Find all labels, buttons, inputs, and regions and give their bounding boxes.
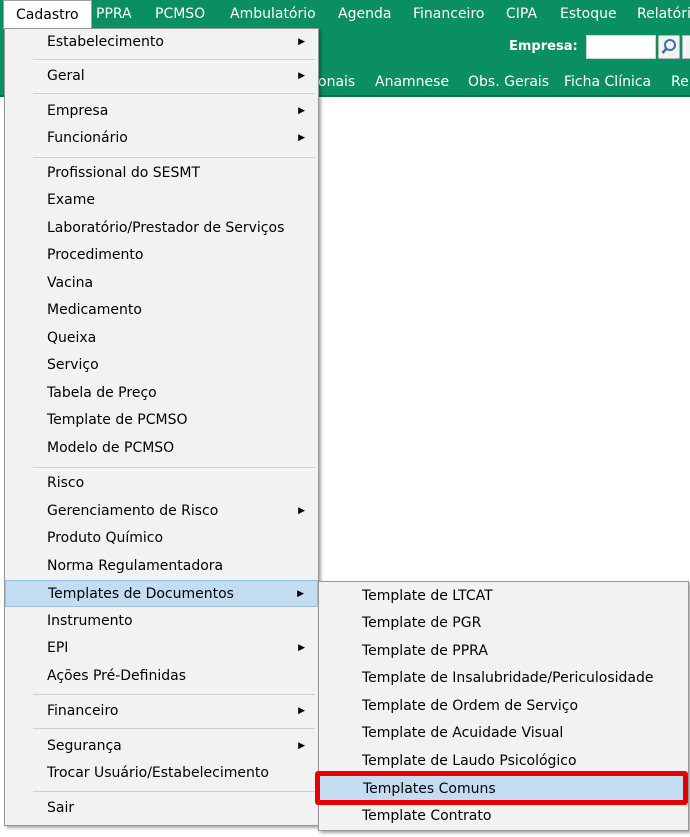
tab-obs-gerais[interactable]: Obs. Gerais	[468, 67, 549, 97]
menu-item-seguranca[interactable]: Segurança ▶	[5, 733, 318, 760]
menu-item-label: Segurança	[47, 738, 122, 754]
menu-item-modelo-pcmso[interactable]: Modelo de PCMSO	[5, 435, 318, 462]
menu-item-instrumento[interactable]: Instrumento	[5, 608, 318, 635]
menu-item-template-pcmso[interactable]: Template de PCMSO	[5, 407, 318, 434]
menu-item-medicamento[interactable]: Medicamento	[5, 297, 318, 324]
menu-item-servico[interactable]: Serviço	[5, 352, 318, 379]
menu-separator	[33, 694, 315, 695]
submenu-item-insalubridade[interactable]: Template de Insalubridade/Periculosidade	[319, 665, 688, 692]
menu-item-label: Templates de Documentos	[48, 586, 234, 602]
menu-item-templates-documentos[interactable]: Templates de Documentos ▶	[5, 580, 318, 607]
menu-separator	[33, 93, 315, 94]
cadastro-dropdown-menu: Estabelecimento ▶ Geral ▶ Empresa ▶ Funcion…	[4, 28, 319, 826]
empresa-label: Empresa:	[509, 39, 578, 54]
menu-separator	[33, 791, 315, 792]
submenu-arrow-icon: ▶	[298, 133, 305, 143]
tab-profissionais[interactable]: onais	[318, 67, 355, 97]
menu-item-label: Estabelecimento	[47, 34, 164, 50]
tab-anamnese[interactable]: Anamnese	[375, 67, 449, 97]
menu-ambulatorio[interactable]: Ambulatório	[218, 0, 328, 29]
menu-item-queixa[interactable]: Queixa	[5, 325, 318, 352]
submenu-arrow-icon: ▶	[298, 741, 305, 751]
menu-item-label: Funcionário	[47, 130, 128, 146]
submenu-arrow-icon: ▶	[298, 643, 305, 653]
clear-button[interactable]	[682, 35, 690, 59]
tab-ficha-clinica[interactable]: Ficha Clínica	[564, 67, 651, 97]
menu-item-vacina[interactable]: Vacina	[5, 270, 318, 297]
menu-agenda[interactable]: Agenda	[326, 0, 403, 29]
menu-separator	[33, 467, 315, 468]
menu-separator	[33, 728, 315, 729]
menu-item-sair[interactable]: Sair	[5, 795, 318, 822]
menu-cadastro[interactable]: Cadastro	[3, 0, 92, 29]
submenu-arrow-icon: ▶	[298, 506, 305, 516]
menu-item-estabelecimento[interactable]: Estabelecimento ▶	[5, 29, 318, 56]
menu-item-label: Geral	[47, 68, 85, 84]
menu-item-gerenciamento-risco[interactable]: Gerenciamento de Risco ▶	[5, 498, 318, 525]
search-button[interactable]	[658, 35, 680, 59]
menu-item-risco[interactable]: Risco	[5, 470, 318, 497]
submenu-arrow-icon: ▶	[298, 106, 305, 116]
menu-item-epi[interactable]: EPI ▶	[5, 635, 318, 662]
menu-item-acoes-pre-definidas[interactable]: Ações Pré-Definidas	[5, 663, 318, 690]
submenu-arrow-icon: ▶	[298, 71, 305, 81]
annotation-highlight-box	[315, 771, 688, 805]
menu-item-tabela-preco[interactable]: Tabela de Preço	[5, 380, 318, 407]
submenu-item-ordem-servico[interactable]: Template de Ordem de Serviço	[319, 693, 688, 720]
menu-financeiro[interactable]: Financeiro	[401, 0, 496, 29]
menu-relatorio[interactable]: Relatório	[625, 0, 690, 29]
submenu-arrow-icon: ▶	[298, 706, 305, 716]
menu-estoque[interactable]: Estoque	[548, 0, 629, 29]
menu-item-produto-quimico[interactable]: Produto Químico	[5, 525, 318, 552]
menubar: Cadastro PPRA PCMSO Ambulatório Agenda F…	[0, 0, 690, 29]
menu-item-trocar-usuario[interactable]: Trocar Usuário/Estabelecimento	[5, 760, 318, 787]
menu-item-procedimento[interactable]: Procedimento	[5, 242, 318, 269]
menu-item-laboratorio[interactable]: Laboratório/Prestador de Serviços	[5, 215, 318, 242]
menu-item-norma-regulamentadora[interactable]: Norma Regulamentadora	[5, 553, 318, 580]
menu-separator	[33, 59, 315, 60]
submenu-item-pgr[interactable]: Template de PGR	[319, 610, 688, 637]
submenu-item-ltcat[interactable]: Template de LTCAT	[319, 583, 688, 610]
search-icon	[661, 39, 676, 54]
submenu-item-acuidade-visual[interactable]: Template de Acuidade Visual	[319, 720, 688, 747]
submenu-arrow-icon: ▶	[298, 37, 305, 47]
submenu-item-template-contrato[interactable]: Template Contrato	[319, 803, 688, 830]
menu-cipa[interactable]: CIPA	[494, 0, 549, 29]
menu-item-empresa[interactable]: Empresa ▶	[5, 98, 318, 125]
tab-relatorios[interactable]: Re	[671, 67, 689, 97]
menu-item-label: Gerenciamento de Risco	[47, 503, 219, 519]
menu-ppra[interactable]: PPRA	[84, 0, 144, 29]
empresa-input[interactable]	[586, 35, 656, 59]
menu-item-label: Financeiro	[47, 703, 119, 719]
submenu-arrow-icon: ▶	[297, 589, 304, 599]
menu-item-financeiro[interactable]: Financeiro ▶	[5, 698, 318, 725]
menu-pcmso[interactable]: PCMSO	[143, 0, 217, 29]
menu-item-label: EPI	[47, 640, 69, 656]
menu-separator	[33, 157, 315, 158]
menu-item-funcionario[interactable]: Funcionário ▶	[5, 125, 318, 152]
menu-item-exame[interactable]: Exame	[5, 187, 318, 214]
menu-item-profissional-sesmt[interactable]: Profissional do SESMT	[5, 160, 318, 187]
menu-item-geral[interactable]: Geral ▶	[5, 63, 318, 90]
menu-item-label: Empresa	[47, 103, 109, 119]
submenu-item-ppra[interactable]: Template de PPRA	[319, 638, 688, 665]
